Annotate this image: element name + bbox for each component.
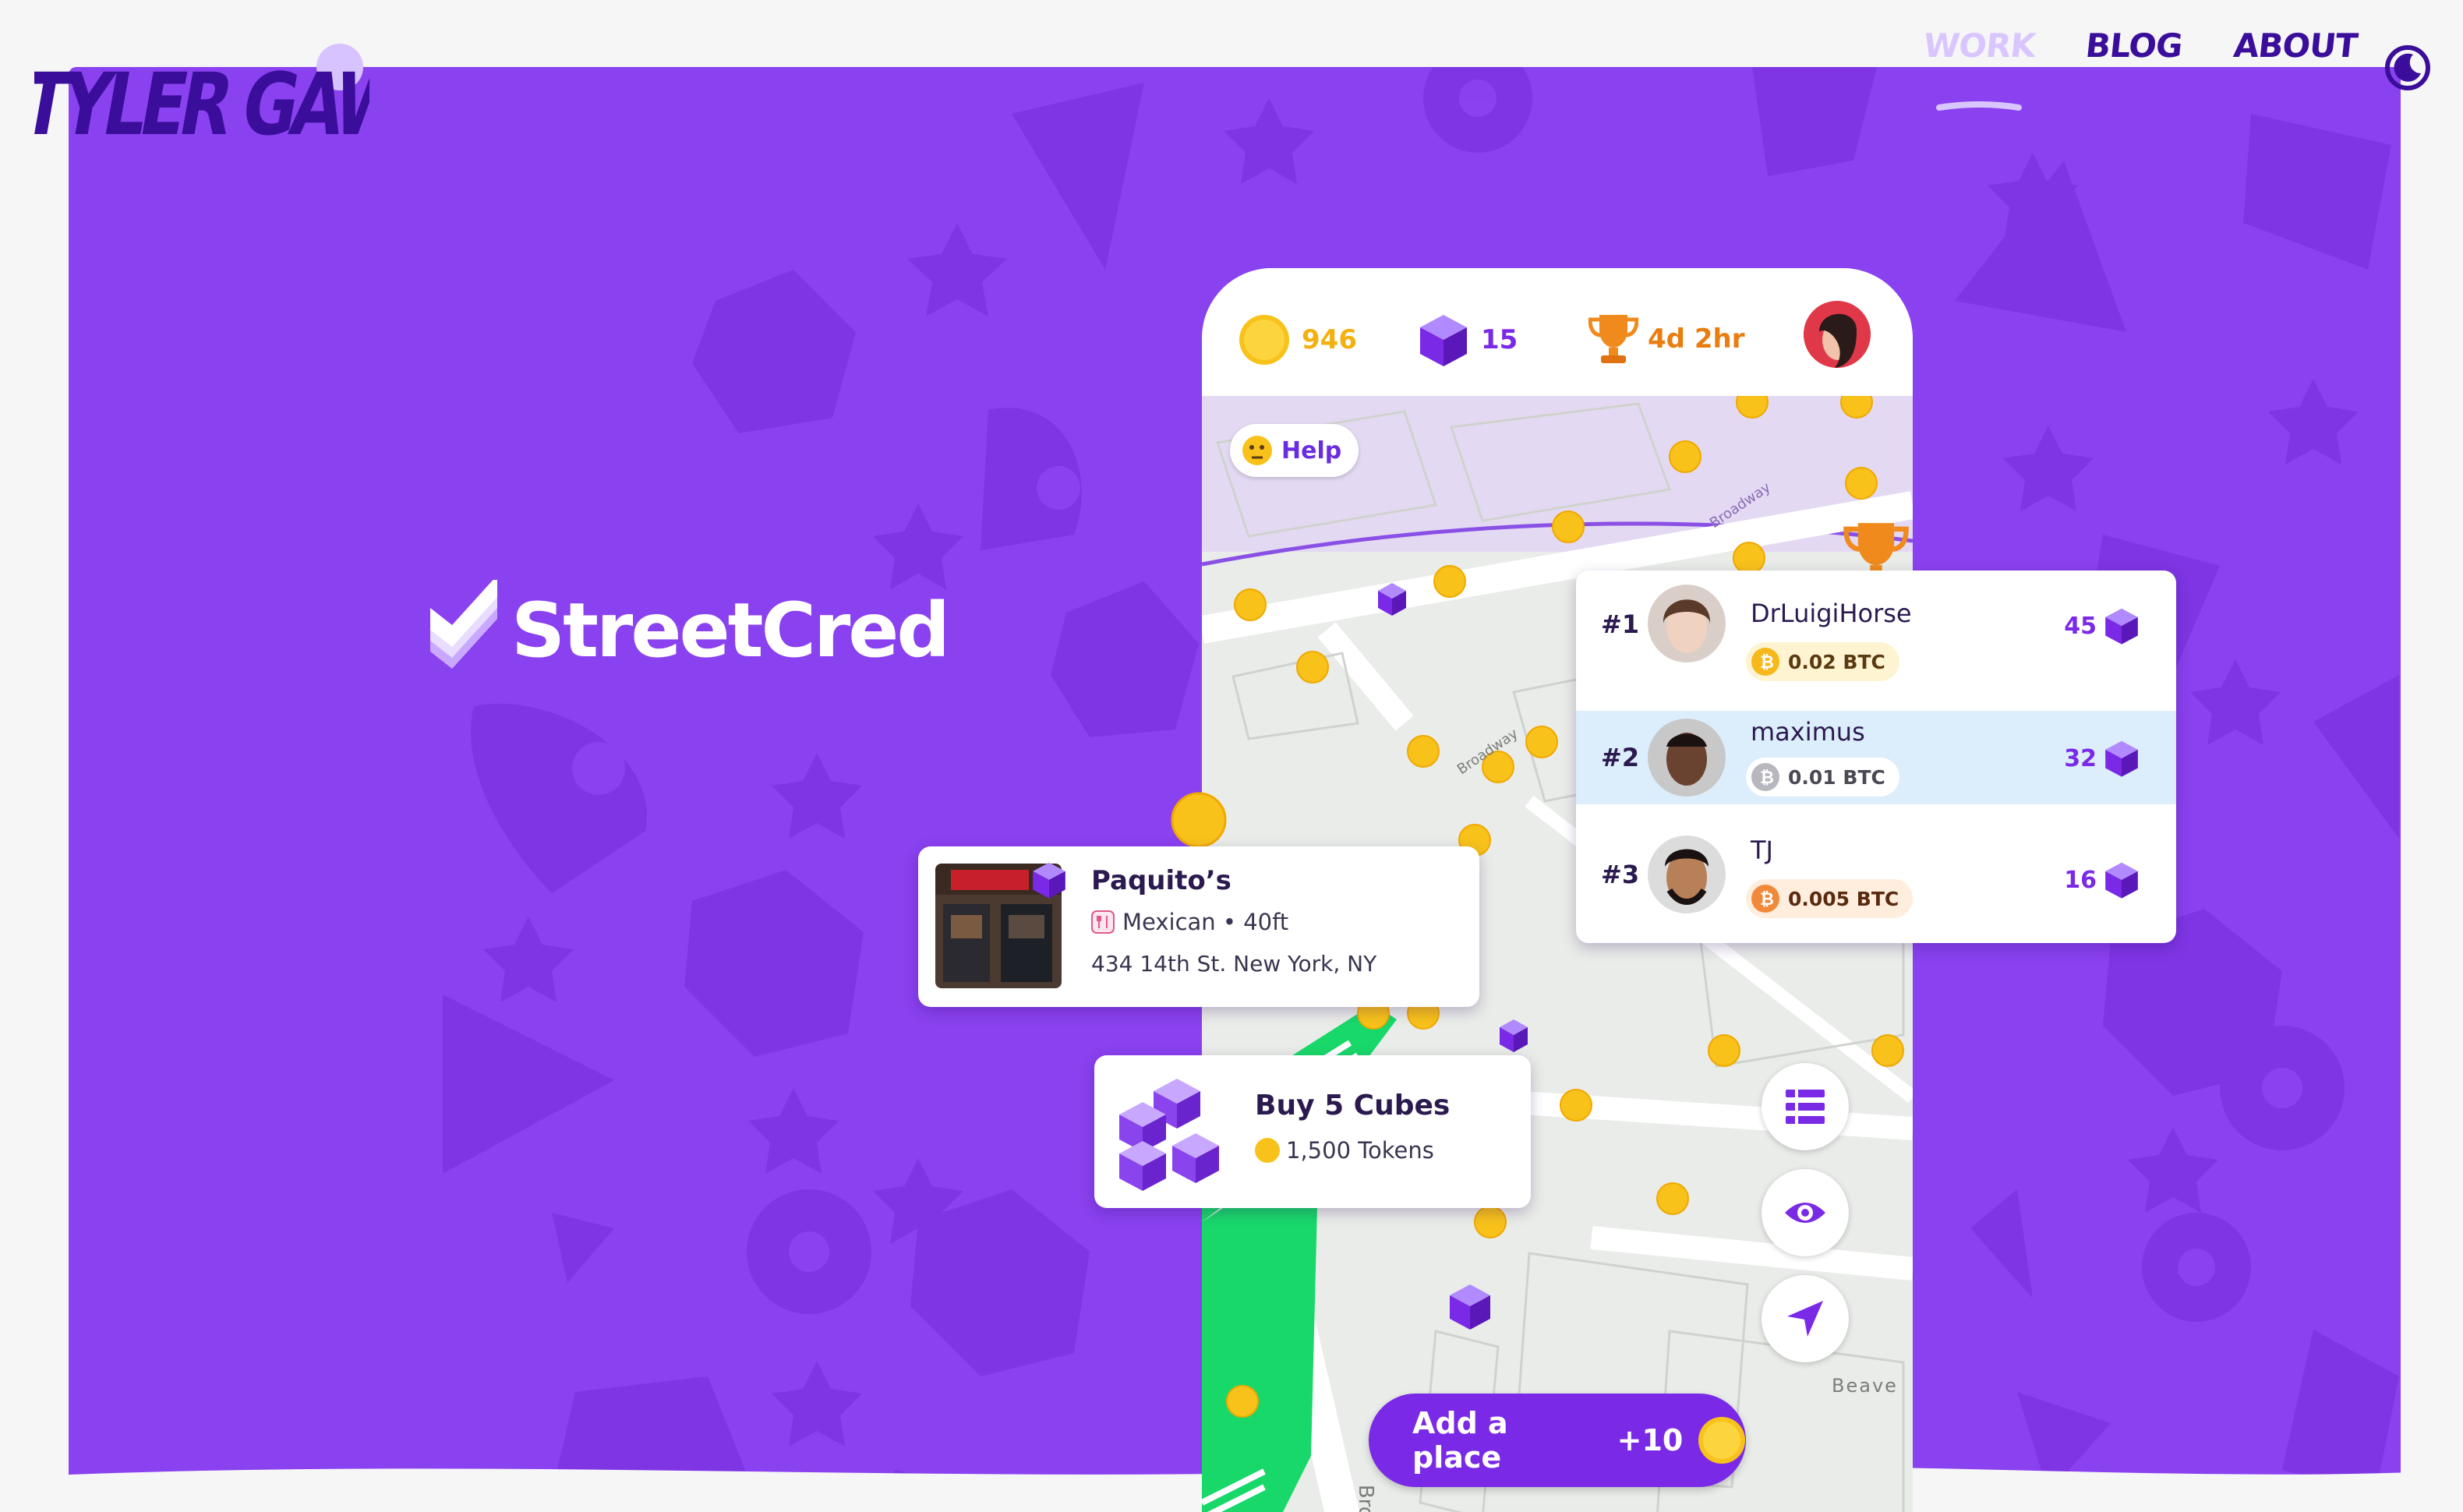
cube-score: 32 xyxy=(2064,739,2140,778)
place-card[interactable]: Paquito’s Mexican • 40ft 434 14th St. Ne… xyxy=(918,846,1479,1007)
locate-me-button[interactable] xyxy=(1762,1275,1849,1362)
buy-title: Buy 5 Cubes xyxy=(1255,1090,1451,1122)
place-category: Mexican • 40ft xyxy=(1091,909,1288,935)
list-icon xyxy=(1786,1090,1825,1124)
active-nav-underline xyxy=(1936,101,2022,111)
cube-icon xyxy=(2105,862,2138,899)
add-place-bonus: +10 xyxy=(1617,1423,1684,1457)
username: maximus xyxy=(1751,717,1865,747)
leaderboard-row[interactable]: #1 DrLuigiHorse ₿ 0.02 BTC 45 xyxy=(1576,571,2176,681)
place-address: 434 14th St. New York, NY xyxy=(1091,951,1377,977)
site-logo[interactable]: TYLER GAW xyxy=(14,41,415,176)
help-label: Help xyxy=(1281,436,1342,465)
streetcred-brand: StreetCred xyxy=(426,580,950,681)
check-icon xyxy=(430,580,497,669)
help-button[interactable]: Help xyxy=(1230,424,1359,477)
place-category-text: Mexican • 40ft xyxy=(1122,909,1289,935)
avatar-photo xyxy=(1804,301,1871,368)
bitcoin-icon: ₿ xyxy=(1751,648,1779,676)
cube-count: 32 xyxy=(2064,744,2097,772)
coin-icon xyxy=(1698,1417,1746,1464)
phone-status-bar: 946 15 4d 2hr xyxy=(1202,268,1913,396)
cube-score: 16 xyxy=(2064,860,2140,899)
cubes-stat: 15 xyxy=(1417,312,1518,368)
cube-badge-icon xyxy=(1033,862,1065,899)
leaderboard-row[interactable]: #2 maximus ₿ 0.01 BTC 32 xyxy=(1576,711,2176,804)
nav-work[interactable]: WORK xyxy=(1921,26,2037,65)
add-place-button[interactable]: Add a place +10 xyxy=(1369,1394,1746,1487)
restaurant-icon xyxy=(1091,910,1115,934)
cube-score: 45 xyxy=(2064,606,2140,645)
thinking-emoji-icon xyxy=(1242,436,1272,465)
bitcoin-icon: ₿ xyxy=(1751,885,1779,913)
cube-count: 16 xyxy=(2064,866,2097,894)
btc-amount: 0.02 BTC xyxy=(1788,650,1885,673)
street-label-beaver: Beave xyxy=(1832,1375,1898,1397)
svg-text:₿: ₿ xyxy=(1760,653,1774,673)
btc-amount: 0.005 BTC xyxy=(1788,887,1899,910)
rank: #3 xyxy=(1601,860,1640,889)
place-title: Paquito’s xyxy=(1091,865,1232,896)
rank: #1 xyxy=(1601,609,1640,639)
btc-badge: ₿ 0.02 BTC xyxy=(1746,642,1899,681)
page: TYLER GAW WORK BLOG ABOUT StreetCred 946 xyxy=(0,0,2463,1512)
eye-icon xyxy=(1785,1203,1825,1223)
coin-icon xyxy=(1255,1138,1280,1163)
leaderboard-card: #1 DrLuigiHorse ₿ 0.02 BTC 45 #2 maximus… xyxy=(1576,571,2176,943)
brand-name: StreetCred xyxy=(511,587,950,674)
btc-amount: 0.01 BTC xyxy=(1788,765,1885,789)
avatar xyxy=(1648,585,1726,662)
btc-badge: ₿ 0.005 BTC xyxy=(1746,879,1914,918)
username: DrLuigiHorse xyxy=(1751,599,1912,628)
navigation-arrow-icon xyxy=(1787,1301,1823,1337)
buy-cubes-card[interactable]: Buy 5 Cubes 1,500 Tokens xyxy=(1094,1055,1531,1208)
leaderboard-row[interactable]: #3 TJ ₿ 0.005 BTC 16 xyxy=(1576,820,2176,929)
buy-price-text: 1,500 Tokens xyxy=(1286,1137,1434,1164)
time-left-value: 4d 2hr xyxy=(1648,323,1745,355)
svg-text:₿: ₿ xyxy=(1760,768,1774,788)
theme-toggle-button[interactable] xyxy=(2385,45,2430,90)
list-view-button[interactable] xyxy=(1762,1063,1849,1150)
btc-badge: ₿ 0.01 BTC xyxy=(1746,758,1899,797)
cube-stack-icon xyxy=(1119,1079,1219,1191)
cube-count: 45 xyxy=(2064,612,2097,640)
trophy-icon xyxy=(1588,315,1638,363)
cube-icon xyxy=(2105,608,2138,645)
nav-about[interactable]: ABOUT xyxy=(2232,26,2359,65)
add-place-label: Add a place xyxy=(1412,1406,1508,1475)
coin-icon xyxy=(1239,315,1289,365)
bitcoin-icon: ₿ xyxy=(1751,763,1779,791)
avatar-photo xyxy=(1648,719,1726,797)
avatar-photo xyxy=(1648,835,1726,913)
time-left-stat: 4d 2hr xyxy=(1588,312,1744,366)
avatar xyxy=(1648,719,1726,797)
street-label-broad: Broad xyxy=(1354,1485,1377,1512)
cube-icon xyxy=(1420,315,1467,366)
visibility-button[interactable] xyxy=(1762,1169,1849,1256)
avatar xyxy=(1648,835,1726,913)
buy-price: 1,500 Tokens xyxy=(1253,1136,1434,1164)
tokens-stat: 946 xyxy=(1236,312,1357,368)
rank: #2 xyxy=(1601,743,1640,772)
cube-icon xyxy=(2105,740,2138,777)
avatar-photo xyxy=(1648,585,1726,662)
moon-icon xyxy=(2385,45,2430,90)
tokens-count: 946 xyxy=(1302,324,1357,355)
nav-blog[interactable]: BLOG xyxy=(2083,26,2184,65)
username: TJ xyxy=(1751,835,1773,865)
cubes-count: 15 xyxy=(1481,324,1518,355)
svg-text:₿: ₿ xyxy=(1760,890,1774,910)
logo-wordmark: TYLER GAW xyxy=(34,55,369,154)
user-avatar[interactable] xyxy=(1804,301,1871,368)
